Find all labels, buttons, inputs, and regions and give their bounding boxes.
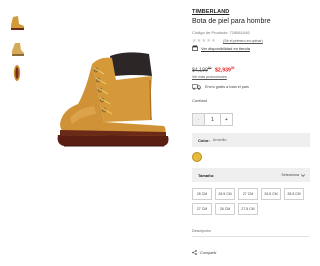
- divider: [192, 236, 310, 237]
- thumbnail-2[interactable]: [8, 40, 26, 58]
- brand-link[interactable]: TIMBERLAND: [192, 9, 229, 15]
- share-label: Compartir: [200, 250, 217, 255]
- size-option[interactable]: 26 CM: [215, 203, 235, 215]
- quantity-stepper: - 1 +: [192, 113, 233, 126]
- size-options: 26 CM 26.5 CM 27 CM 26.5 CM 28.5 CM 27 C…: [192, 188, 310, 215]
- boot-image-icon: [57, 52, 169, 147]
- size-option[interactable]: 27.5 CM: [238, 203, 258, 215]
- old-price: $4,19900: [192, 66, 211, 74]
- color-value: Amarillo: [212, 138, 227, 142]
- boot-thumbnail-icon: [11, 16, 24, 30]
- shipping-info: Envío gratis a toda el país: [192, 84, 249, 90]
- quantity-label: Cantidad: [192, 99, 208, 103]
- store-availability[interactable]: Ver disponibilidad en tienda: [192, 45, 250, 51]
- size-option[interactable]: 27 CM: [238, 188, 258, 200]
- boot-thumbnail-icon: [12, 43, 24, 56]
- description-toggle[interactable]: Descripción: [192, 229, 211, 233]
- share-button[interactable]: Compartir: [192, 250, 217, 255]
- color-swatch-yellow[interactable]: [192, 152, 202, 162]
- share-icon: [192, 250, 197, 255]
- size-option[interactable]: 28.5 CM: [284, 188, 304, 200]
- size-section-header: Tamaño: Selecciona: [192, 168, 310, 182]
- sale-price-cents: 30: [230, 66, 235, 70]
- color-label: Color:: [198, 137, 210, 143]
- thumbnail-3[interactable]: [8, 64, 26, 82]
- more-promotions-link[interactable]: Ver más promociones: [192, 75, 227, 79]
- product-title: Bota de piel para hombre: [192, 18, 271, 25]
- rating-stars[interactable]: ★★★★★: [192, 38, 216, 44]
- size-select-label: Selecciona: [281, 173, 299, 177]
- size-option[interactable]: 26 CM: [192, 188, 212, 200]
- color-section-header: Color: Amarillo: [192, 133, 310, 147]
- store-icon: [192, 45, 198, 51]
- old-price-amount: $4,199: [192, 67, 208, 74]
- size-label: Tamaño:: [198, 172, 215, 178]
- shipping-text: Envío gratis a toda el país: [205, 85, 249, 89]
- size-option[interactable]: 27 CM: [192, 203, 212, 215]
- quantity-input[interactable]: 1: [205, 113, 220, 126]
- size-option[interactable]: 26.5 CM: [261, 188, 281, 200]
- size-option[interactable]: 26.5 CM: [215, 188, 235, 200]
- quantity-increase-button[interactable]: +: [220, 113, 233, 126]
- truck-icon: [192, 84, 201, 90]
- quantity-decrease-button[interactable]: -: [192, 113, 205, 126]
- product-main-image[interactable]: [34, 40, 174, 158]
- sale-price: $2,93930: [215, 66, 234, 74]
- review-link[interactable]: (Sé el primero en opinar): [223, 39, 263, 43]
- product-code: Código de Producto: 718661046: [192, 30, 250, 35]
- boot-sole-thumbnail-icon: [13, 65, 21, 81]
- store-availability-link[interactable]: Ver disponibilidad en tienda: [201, 46, 250, 51]
- thumbnail-1[interactable]: [8, 14, 26, 32]
- old-price-cents: 00: [207, 66, 212, 70]
- sale-price-amount: $2,939: [215, 67, 231, 74]
- chevron-down-icon: [301, 173, 305, 177]
- size-select-dropdown[interactable]: Selecciona: [281, 173, 305, 177]
